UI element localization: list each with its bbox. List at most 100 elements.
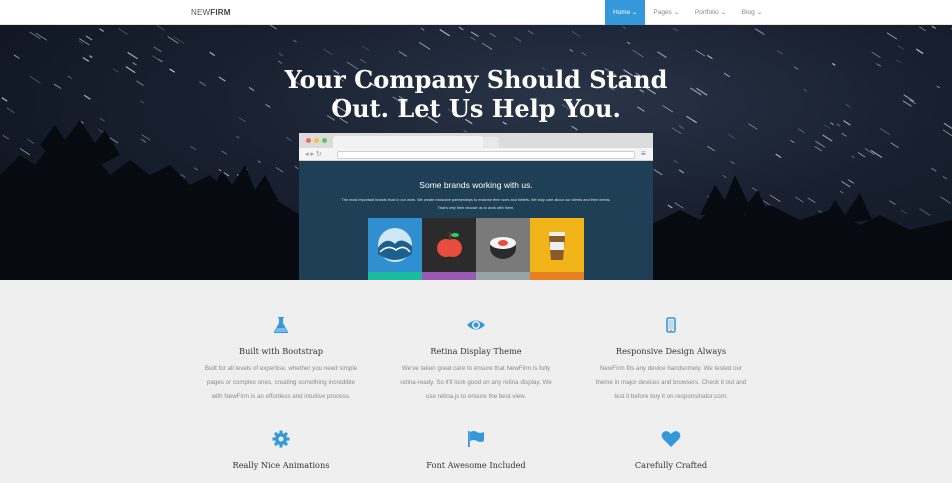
star-trail xyxy=(890,142,899,149)
star-trail xyxy=(667,204,673,209)
star-trail xyxy=(458,26,464,31)
minimize-dot-icon xyxy=(314,138,319,143)
coffee-cup-icon xyxy=(549,232,565,260)
star-trail xyxy=(286,136,292,142)
star-trail xyxy=(850,155,855,159)
star-trail xyxy=(695,49,705,57)
feature-description: Built for all levels of expertise, wheth… xyxy=(191,362,371,404)
star-trail xyxy=(777,50,783,55)
star-trail xyxy=(275,167,284,173)
nav-label-portfolio: Portfolio xyxy=(694,9,719,16)
gear-icon xyxy=(272,430,290,448)
maximize-dot-icon xyxy=(322,138,327,143)
hero-title: Your Company Should Stand Out. Let Us He… xyxy=(0,65,952,123)
chevron-down-icon: ⌄ xyxy=(755,10,763,16)
star-trail xyxy=(940,196,951,204)
star-trail xyxy=(790,139,795,143)
star-trail xyxy=(27,139,35,144)
star-trail xyxy=(359,58,367,64)
star-trail xyxy=(707,54,713,60)
features-section: Built with Bootstrap Built for all level… xyxy=(0,280,952,483)
star-trail xyxy=(153,46,162,53)
star-trail xyxy=(886,32,897,40)
star-trail xyxy=(294,166,299,170)
feature-crafted: Carefully Crafted xyxy=(581,430,761,470)
brands-heading: Some brands working with us. xyxy=(419,180,533,190)
star-trail xyxy=(481,42,493,50)
star-trail xyxy=(278,53,283,57)
star-trail xyxy=(919,26,926,32)
star-trail xyxy=(942,176,948,180)
star-trail xyxy=(722,174,727,179)
nav-item-home[interactable]: Home ⌄ xyxy=(605,0,646,25)
star-trail xyxy=(418,41,431,50)
feature-desc-line: use retina.js to ensure the best view. xyxy=(425,393,527,400)
star-trail xyxy=(815,140,826,148)
brand-light: NEW xyxy=(191,8,211,17)
brand-tiles xyxy=(368,218,584,280)
wave-icon xyxy=(378,228,412,262)
nav-item-pages[interactable]: Pages ⌄ xyxy=(645,0,686,25)
feature-desc-line: retina-ready. So it'll look good on any … xyxy=(400,379,552,386)
feature-title: Responsive Design Always xyxy=(615,346,727,356)
star-trail xyxy=(221,150,228,155)
feature-desc-line: with NewFirm is an effortless and intuit… xyxy=(211,393,351,400)
star-trail xyxy=(622,26,627,29)
feature-title: Font Awesome Included xyxy=(426,460,526,470)
nav-item-portfolio[interactable]: Portfolio ⌄ xyxy=(687,0,734,25)
feature-desc-line: pages or complex ones, creating somethin… xyxy=(207,379,355,386)
nav-label-home: Home xyxy=(613,9,631,16)
feature-font-awesome: Font Awesome Included xyxy=(386,430,566,470)
star-trail xyxy=(156,25,165,31)
feature-title: Really Nice Animations xyxy=(232,460,330,470)
star-trail xyxy=(82,57,90,62)
star-trail xyxy=(836,123,841,127)
star-trail xyxy=(857,152,866,158)
star-trail xyxy=(823,124,831,129)
star-trail xyxy=(626,41,631,45)
nav-label-pages: Pages xyxy=(653,9,672,16)
hero-title-line1: Your Company Should Stand xyxy=(284,65,668,94)
star-trail xyxy=(463,130,467,133)
sushi-icon xyxy=(490,237,516,259)
star-trail xyxy=(707,145,715,152)
nav-item-blog[interactable]: Blog ⌄ xyxy=(734,0,770,25)
tile-footer xyxy=(368,272,422,280)
brands-description-line2: That's why their choose us to work with … xyxy=(437,206,515,210)
star-trail xyxy=(127,51,138,60)
feature-desc-line: test it before buy it on responsinator.c… xyxy=(614,393,728,400)
star-trail xyxy=(19,148,30,156)
star-trail xyxy=(931,167,937,172)
star-trail xyxy=(748,123,758,130)
star-trail xyxy=(841,132,847,137)
browser-address-bar: ◂ ▸ ↻ ≡ xyxy=(299,148,653,161)
star-trail xyxy=(895,59,902,64)
star-trail xyxy=(888,200,896,205)
feature-desc-line: Built for all levels of expertise, wheth… xyxy=(204,365,358,372)
browser-nav-arrows-icon: ◂ ▸ ↻ xyxy=(305,151,322,158)
eye-icon xyxy=(467,320,485,330)
star-trail xyxy=(678,124,685,130)
star-trail xyxy=(657,51,667,59)
feature-title: Carefully Crafted xyxy=(634,460,708,470)
browser-url-field xyxy=(337,151,635,159)
star-trail xyxy=(89,55,93,59)
star-trail xyxy=(814,145,823,152)
star-trail xyxy=(673,27,679,32)
chevron-down-icon: ⌄ xyxy=(631,10,639,16)
star-trail xyxy=(671,127,682,135)
star-trail xyxy=(78,40,84,44)
brands-description: The most important brands trust in our w… xyxy=(319,196,633,212)
star-trail xyxy=(847,179,854,184)
star-trail xyxy=(293,39,297,43)
brand-logo[interactable]: NEWFIRM xyxy=(191,8,231,17)
feature-title: Retina Display Theme xyxy=(430,346,522,356)
brand-bold: FIRM xyxy=(210,8,231,17)
brand-tile-apple xyxy=(422,218,476,280)
feature-retina: Retina Display Theme We've taken great c… xyxy=(386,316,566,404)
feature-description: NewFirm fits any device handsomely. We t… xyxy=(581,362,761,404)
star-trail xyxy=(269,25,277,30)
tile-footer xyxy=(530,272,584,280)
star-trail xyxy=(673,160,678,163)
star-trail xyxy=(775,153,782,158)
